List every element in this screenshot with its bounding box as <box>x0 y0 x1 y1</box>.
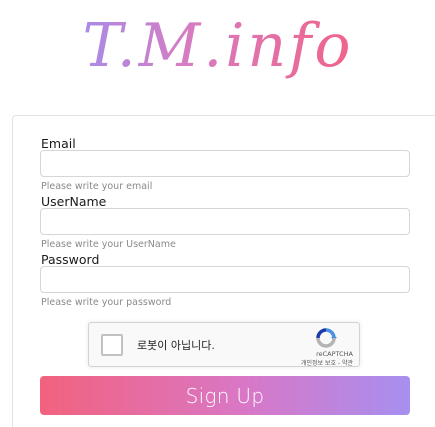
recaptcha-brand: reCAPTCHA <box>316 350 353 358</box>
recaptcha-logo-icon <box>316 328 337 348</box>
email-field[interactable] <box>40 150 410 177</box>
password-label: Password <box>41 252 100 267</box>
email-help: Please write your email <box>41 181 153 192</box>
recaptcha-checkbox[interactable] <box>101 334 123 356</box>
recaptcha-terms-link[interactable]: 개인정보 보호 - 약관 <box>301 358 353 367</box>
username-help: Please write your UserName <box>41 239 176 250</box>
username-label: UserName <box>41 194 107 209</box>
email-label: Email <box>41 136 76 151</box>
site-logo: T.M.info <box>83 11 354 81</box>
logo-text: T.M.info <box>83 11 354 81</box>
recaptcha-label: 로봇이 아닙니다. <box>137 339 215 352</box>
username-field[interactable] <box>40 208 410 235</box>
signup-button[interactable]: Sign Up <box>40 376 410 415</box>
recaptcha-widget: 로봇이 아닙니다. reCAPTCHA 개인정보 보호 - 약관 <box>88 322 360 367</box>
password-help: Please write your password <box>41 297 172 308</box>
password-field[interactable] <box>40 266 410 293</box>
